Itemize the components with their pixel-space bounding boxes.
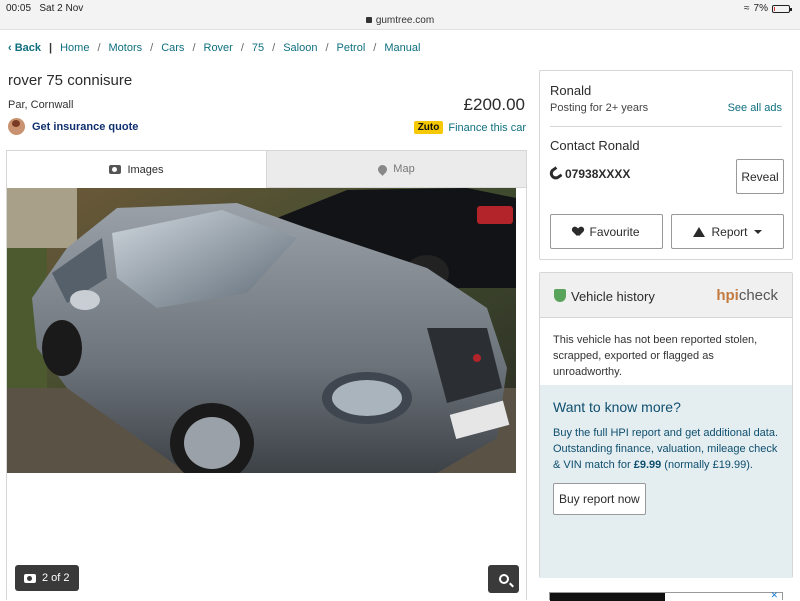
listing-price: £200.00 (463, 95, 525, 114)
gallery-tabs: Images Map (7, 151, 526, 188)
vehicle-history-header: Vehicle history hpicheck (540, 273, 792, 318)
seller-card: Ronald Posting for 2+ years See all ads … (539, 70, 793, 260)
phone-icon (547, 166, 563, 182)
warning-icon (693, 226, 706, 237)
lock-icon (365, 17, 372, 24)
car-photo-image (7, 188, 516, 473)
breadcrumb-home[interactable]: Home (60, 42, 89, 54)
finance-link[interactable]: Zuto Finance this car (413, 121, 526, 134)
buy-report-button[interactable]: Buy report now (553, 483, 646, 515)
upsell-text-1: Buy the full HPI report and get addition… (553, 427, 779, 439)
breadcrumb-cars[interactable]: Cars (161, 42, 184, 54)
see-all-ads-link[interactable]: See all ads (728, 102, 782, 114)
camera-icon (24, 573, 36, 583)
insurance-quote-link[interactable]: Get insurance quote (8, 118, 138, 135)
breadcrumb-75[interactable]: 75 (252, 42, 264, 54)
phone-number: 07938XXXX (547, 166, 630, 182)
contact-heading: Contact Ronald (550, 138, 640, 153)
address-url: gumtree.com (375, 15, 435, 26)
breadcrumb-saloon[interactable]: Saloon (283, 42, 317, 54)
image-gallery: Images Map 2 of 2 (6, 150, 527, 600)
status-date: Sat 2 Nov (39, 3, 84, 14)
vehicle-history-status: This vehicle has not been reported stole… (553, 334, 758, 378)
zoom-icon (498, 574, 509, 584)
tab-images[interactable]: Images (7, 151, 267, 188)
hpi-upsell: Want to know more? Buy the full HPI repo… (540, 385, 792, 578)
address-bar[interactable]: gumtree.com (0, 15, 800, 26)
favourite-button[interactable]: Favourite (550, 214, 663, 249)
report-button[interactable]: Report (671, 214, 784, 249)
vehicle-history-panel: Vehicle history hpicheck This vehicle ha… (539, 272, 793, 578)
breadcrumb-motors[interactable]: Motors (109, 42, 143, 54)
chevron-down-icon (753, 229, 762, 234)
status-time: 00:05 (6, 3, 32, 14)
upsell-text-2: Outstanding finance, valuation, mileage … (553, 443, 778, 471)
battery-icon (772, 4, 792, 13)
image-counter: 2 of 2 (15, 565, 79, 591)
advert-banner[interactable]: ✕ (549, 590, 783, 601)
upsell-heading: Want to know more? (553, 399, 681, 415)
zoom-button[interactable] (488, 565, 519, 593)
browser-status-bar: 00:05 Sat 2 Nov gumtree.com ≈ 7% (0, 0, 800, 30)
listing-location: Par, Cornwall (8, 99, 74, 111)
divider (550, 126, 782, 127)
clock: 00:05 Sat 2 Nov (6, 3, 83, 14)
breadcrumb-divider: | (49, 42, 53, 54)
listing-title: rover 75 connisure (8, 72, 133, 89)
status-indicators: ≈ 7% (744, 3, 792, 14)
breadcrumb-rover[interactable]: Rover (204, 42, 233, 54)
back-link[interactable]: ‹ Back (8, 42, 41, 54)
tab-map[interactable]: Map (267, 151, 526, 188)
heart-icon (573, 227, 583, 236)
seller-name: Ronald (550, 83, 592, 98)
seller-posting-duration: Posting for 2+ years (550, 102, 649, 114)
ad-close-icon[interactable]: ✕ (770, 590, 778, 601)
breadcrumb-manual[interactable]: Manual (384, 42, 420, 54)
wifi-icon: ≈ (744, 3, 750, 14)
reveal-button[interactable]: Reveal (736, 159, 784, 194)
listing-photo[interactable] (7, 188, 516, 473)
battery-percent: 7% (753, 3, 768, 14)
breadcrumb-petrol[interactable]: Petrol (337, 42, 366, 54)
hpi-check-logo: hpicheck (716, 287, 778, 304)
shield-check-icon (554, 289, 566, 302)
map-pin-icon (376, 162, 390, 176)
zuto-logo: Zuto (413, 121, 444, 134)
camera-icon (109, 165, 122, 174)
vehicle-history-title: Vehicle history (571, 289, 655, 304)
insurance-logo-icon (8, 118, 25, 135)
breadcrumb: ‹ Back | Home / Motors / Cars / Rover/ 75/ … (8, 42, 421, 54)
